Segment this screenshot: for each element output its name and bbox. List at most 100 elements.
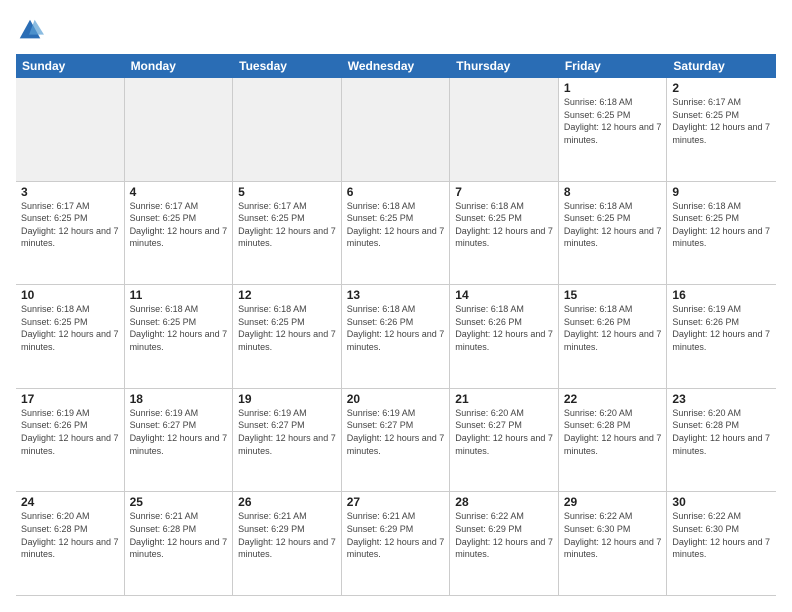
- day-info: Sunrise: 6:19 AM Sunset: 6:27 PM Dayligh…: [130, 407, 228, 457]
- calendar-cell: 26Sunrise: 6:21 AM Sunset: 6:29 PM Dayli…: [233, 492, 342, 595]
- calendar-week-4: 17Sunrise: 6:19 AM Sunset: 6:26 PM Dayli…: [16, 389, 776, 493]
- day-number: 12: [238, 288, 336, 302]
- day-info: Sunrise: 6:18 AM Sunset: 6:25 PM Dayligh…: [564, 200, 662, 250]
- header: [16, 16, 776, 44]
- calendar-cell: 17Sunrise: 6:19 AM Sunset: 6:26 PM Dayli…: [16, 389, 125, 492]
- calendar-cell: 24Sunrise: 6:20 AM Sunset: 6:28 PM Dayli…: [16, 492, 125, 595]
- calendar-cell: [233, 78, 342, 181]
- day-number: 19: [238, 392, 336, 406]
- calendar-cell: [450, 78, 559, 181]
- calendar-cell: 12Sunrise: 6:18 AM Sunset: 6:25 PM Dayli…: [233, 285, 342, 388]
- header-day-tuesday: Tuesday: [233, 54, 342, 78]
- day-info: Sunrise: 6:22 AM Sunset: 6:30 PM Dayligh…: [564, 510, 662, 560]
- day-number: 20: [347, 392, 445, 406]
- day-info: Sunrise: 6:18 AM Sunset: 6:25 PM Dayligh…: [21, 303, 119, 353]
- day-info: Sunrise: 6:18 AM Sunset: 6:26 PM Dayligh…: [564, 303, 662, 353]
- day-number: 11: [130, 288, 228, 302]
- calendar-cell: 8Sunrise: 6:18 AM Sunset: 6:25 PM Daylig…: [559, 182, 668, 285]
- day-number: 1: [564, 81, 662, 95]
- day-info: Sunrise: 6:18 AM Sunset: 6:25 PM Dayligh…: [130, 303, 228, 353]
- calendar-week-1: 1Sunrise: 6:18 AM Sunset: 6:25 PM Daylig…: [16, 78, 776, 182]
- calendar-cell: 28Sunrise: 6:22 AM Sunset: 6:29 PM Dayli…: [450, 492, 559, 595]
- day-number: 2: [672, 81, 771, 95]
- calendar-cell: 14Sunrise: 6:18 AM Sunset: 6:26 PM Dayli…: [450, 285, 559, 388]
- day-number: 8: [564, 185, 662, 199]
- calendar-cell: 27Sunrise: 6:21 AM Sunset: 6:29 PM Dayli…: [342, 492, 451, 595]
- day-info: Sunrise: 6:18 AM Sunset: 6:25 PM Dayligh…: [238, 303, 336, 353]
- logo-icon: [16, 16, 44, 44]
- day-number: 9: [672, 185, 771, 199]
- calendar-cell: 21Sunrise: 6:20 AM Sunset: 6:27 PM Dayli…: [450, 389, 559, 492]
- day-number: 27: [347, 495, 445, 509]
- day-info: Sunrise: 6:20 AM Sunset: 6:28 PM Dayligh…: [564, 407, 662, 457]
- day-info: Sunrise: 6:18 AM Sunset: 6:25 PM Dayligh…: [455, 200, 553, 250]
- calendar-body: 1Sunrise: 6:18 AM Sunset: 6:25 PM Daylig…: [16, 78, 776, 596]
- day-number: 26: [238, 495, 336, 509]
- calendar-cell: 1Sunrise: 6:18 AM Sunset: 6:25 PM Daylig…: [559, 78, 668, 181]
- calendar-cell: 10Sunrise: 6:18 AM Sunset: 6:25 PM Dayli…: [16, 285, 125, 388]
- day-number: 13: [347, 288, 445, 302]
- calendar-cell: 16Sunrise: 6:19 AM Sunset: 6:26 PM Dayli…: [667, 285, 776, 388]
- day-info: Sunrise: 6:18 AM Sunset: 6:26 PM Dayligh…: [455, 303, 553, 353]
- calendar-cell: 19Sunrise: 6:19 AM Sunset: 6:27 PM Dayli…: [233, 389, 342, 492]
- day-number: 21: [455, 392, 553, 406]
- calendar-cell: 20Sunrise: 6:19 AM Sunset: 6:27 PM Dayli…: [342, 389, 451, 492]
- header-day-wednesday: Wednesday: [342, 54, 451, 78]
- calendar-cell: [16, 78, 125, 181]
- calendar-cell: 2Sunrise: 6:17 AM Sunset: 6:25 PM Daylig…: [667, 78, 776, 181]
- day-number: 25: [130, 495, 228, 509]
- day-number: 18: [130, 392, 228, 406]
- day-number: 17: [21, 392, 119, 406]
- day-number: 22: [564, 392, 662, 406]
- calendar-cell: 23Sunrise: 6:20 AM Sunset: 6:28 PM Dayli…: [667, 389, 776, 492]
- calendar-cell: 25Sunrise: 6:21 AM Sunset: 6:28 PM Dayli…: [125, 492, 234, 595]
- calendar-week-5: 24Sunrise: 6:20 AM Sunset: 6:28 PM Dayli…: [16, 492, 776, 596]
- calendar-cell: 29Sunrise: 6:22 AM Sunset: 6:30 PM Dayli…: [559, 492, 668, 595]
- day-number: 24: [21, 495, 119, 509]
- calendar: SundayMondayTuesdayWednesdayThursdayFrid…: [16, 54, 776, 596]
- day-number: 5: [238, 185, 336, 199]
- day-info: Sunrise: 6:19 AM Sunset: 6:26 PM Dayligh…: [21, 407, 119, 457]
- calendar-cell: 9Sunrise: 6:18 AM Sunset: 6:25 PM Daylig…: [667, 182, 776, 285]
- day-info: Sunrise: 6:20 AM Sunset: 6:28 PM Dayligh…: [21, 510, 119, 560]
- day-number: 6: [347, 185, 445, 199]
- calendar-cell: [125, 78, 234, 181]
- calendar-cell: 22Sunrise: 6:20 AM Sunset: 6:28 PM Dayli…: [559, 389, 668, 492]
- day-number: 7: [455, 185, 553, 199]
- calendar-cell: 18Sunrise: 6:19 AM Sunset: 6:27 PM Dayli…: [125, 389, 234, 492]
- day-info: Sunrise: 6:20 AM Sunset: 6:27 PM Dayligh…: [455, 407, 553, 457]
- day-info: Sunrise: 6:18 AM Sunset: 6:25 PM Dayligh…: [347, 200, 445, 250]
- calendar-week-3: 10Sunrise: 6:18 AM Sunset: 6:25 PM Dayli…: [16, 285, 776, 389]
- day-info: Sunrise: 6:17 AM Sunset: 6:25 PM Dayligh…: [238, 200, 336, 250]
- day-info: Sunrise: 6:22 AM Sunset: 6:30 PM Dayligh…: [672, 510, 771, 560]
- day-info: Sunrise: 6:18 AM Sunset: 6:25 PM Dayligh…: [672, 200, 771, 250]
- day-number: 15: [564, 288, 662, 302]
- calendar-cell: 15Sunrise: 6:18 AM Sunset: 6:26 PM Dayli…: [559, 285, 668, 388]
- day-info: Sunrise: 6:17 AM Sunset: 6:25 PM Dayligh…: [21, 200, 119, 250]
- day-info: Sunrise: 6:21 AM Sunset: 6:29 PM Dayligh…: [238, 510, 336, 560]
- day-number: 16: [672, 288, 771, 302]
- day-number: 10: [21, 288, 119, 302]
- calendar-cell: 5Sunrise: 6:17 AM Sunset: 6:25 PM Daylig…: [233, 182, 342, 285]
- day-info: Sunrise: 6:20 AM Sunset: 6:28 PM Dayligh…: [672, 407, 771, 457]
- day-info: Sunrise: 6:21 AM Sunset: 6:28 PM Dayligh…: [130, 510, 228, 560]
- day-info: Sunrise: 6:18 AM Sunset: 6:25 PM Dayligh…: [564, 96, 662, 146]
- day-number: 14: [455, 288, 553, 302]
- day-number: 23: [672, 392, 771, 406]
- calendar-cell: 30Sunrise: 6:22 AM Sunset: 6:30 PM Dayli…: [667, 492, 776, 595]
- logo: [16, 16, 48, 44]
- header-day-monday: Monday: [125, 54, 234, 78]
- calendar-cell: 11Sunrise: 6:18 AM Sunset: 6:25 PM Dayli…: [125, 285, 234, 388]
- day-info: Sunrise: 6:17 AM Sunset: 6:25 PM Dayligh…: [130, 200, 228, 250]
- header-day-thursday: Thursday: [450, 54, 559, 78]
- day-info: Sunrise: 6:22 AM Sunset: 6:29 PM Dayligh…: [455, 510, 553, 560]
- day-info: Sunrise: 6:18 AM Sunset: 6:26 PM Dayligh…: [347, 303, 445, 353]
- page: SundayMondayTuesdayWednesdayThursdayFrid…: [0, 0, 792, 612]
- calendar-cell: 13Sunrise: 6:18 AM Sunset: 6:26 PM Dayli…: [342, 285, 451, 388]
- calendar-cell: 7Sunrise: 6:18 AM Sunset: 6:25 PM Daylig…: [450, 182, 559, 285]
- header-day-sunday: Sunday: [16, 54, 125, 78]
- day-info: Sunrise: 6:17 AM Sunset: 6:25 PM Dayligh…: [672, 96, 771, 146]
- header-day-friday: Friday: [559, 54, 668, 78]
- calendar-cell: 3Sunrise: 6:17 AM Sunset: 6:25 PM Daylig…: [16, 182, 125, 285]
- day-number: 4: [130, 185, 228, 199]
